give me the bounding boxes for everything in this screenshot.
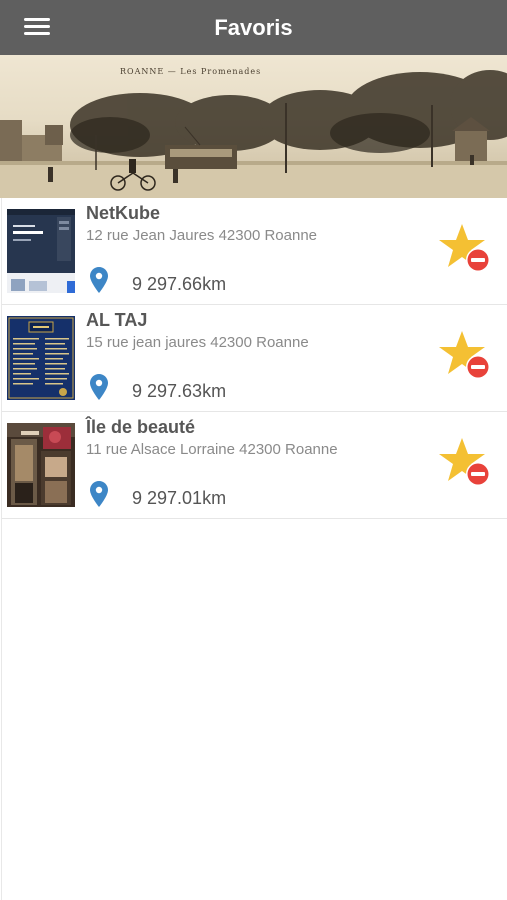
star-remove-icon[interactable] bbox=[438, 436, 492, 488]
postcard-illustration bbox=[0, 70, 507, 198]
storefront-thumbnail bbox=[7, 423, 75, 507]
favorite-address: 15 rue jean jaures 42300 Roanne bbox=[86, 334, 309, 351]
star-remove-icon[interactable] bbox=[438, 329, 492, 381]
favorite-name: AL TAJ bbox=[86, 310, 148, 330]
favorite-item[interactable]: Île de beauté 11 rue Alsace Lorraine 423… bbox=[2, 412, 507, 519]
favorite-address: 11 rue Alsace Lorraine 42300 Roanne bbox=[86, 441, 338, 458]
website-screenshot-thumbnail bbox=[7, 209, 75, 293]
favorite-item[interactable]: NetKube 12 rue Jean Jaures 42300 Roanne … bbox=[2, 198, 507, 305]
map-pin-icon bbox=[90, 374, 108, 400]
banner-caption: ROANNE — Les Promenades bbox=[120, 67, 262, 76]
map-pin-icon bbox=[90, 481, 108, 507]
favorite-name: Île de beauté bbox=[86, 417, 196, 437]
favorites-list: NetKube 12 rue Jean Jaures 42300 Roanne … bbox=[2, 198, 507, 519]
page-title: Favoris bbox=[214, 15, 293, 40]
favorite-name: NetKube bbox=[86, 203, 161, 223]
restaurant-menu-thumbnail bbox=[7, 316, 75, 400]
header-banner-image: ROANNE — Les Promenades bbox=[0, 55, 507, 198]
top-bar: Favoris bbox=[0, 0, 507, 55]
favorite-distance: 9 297.01km bbox=[132, 488, 227, 508]
favorite-address: 12 rue Jean Jaures 42300 Roanne bbox=[86, 227, 318, 244]
favorite-distance: 9 297.63km bbox=[132, 381, 227, 401]
favorite-distance: 9 297.66km bbox=[132, 274, 227, 294]
favorite-item[interactable]: AL TAJ 15 rue jean jaures 42300 Roanne 9… bbox=[2, 305, 507, 412]
star-remove-icon[interactable] bbox=[438, 222, 492, 274]
map-pin-icon bbox=[90, 267, 108, 293]
